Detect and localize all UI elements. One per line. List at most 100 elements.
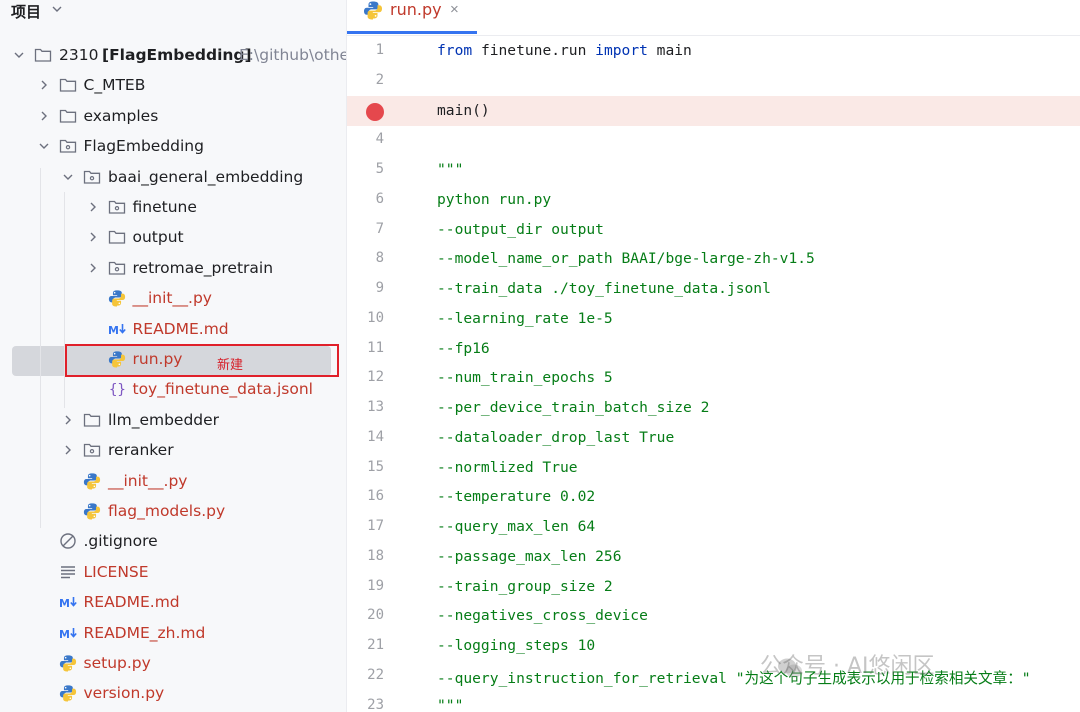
- code-line[interactable]: 1 from finetune.run import main: [347, 36, 1080, 66]
- chevron-down-icon[interactable]: [37, 139, 51, 153]
- tree-item[interactable]: FlagEmbedding: [0, 131, 346, 161]
- code-line[interactable]: 6 python run.py: [347, 185, 1080, 215]
- code-line[interactable]: 14 --dataloader_drop_last True: [347, 423, 1080, 453]
- code-editor[interactable]: run.py × 1 from finetune.run import main 2…: [346, 0, 1080, 712]
- code-line[interactable]: 23 """: [347, 691, 1080, 712]
- folder-icon: [108, 228, 126, 246]
- tree-item[interactable]: M README.md: [0, 587, 346, 617]
- tree-item[interactable]: flag_models.py: [0, 496, 346, 526]
- code-line[interactable]: 20 --negatives_cross_device: [347, 601, 1080, 631]
- tree-item[interactable]: finetune: [0, 192, 346, 222]
- code-text: --logging_steps 10: [437, 637, 596, 654]
- tree-item-label: C_MTEB: [83, 76, 146, 95]
- chevron-right-icon[interactable]: [37, 78, 51, 92]
- python-file-icon: [59, 684, 77, 702]
- tree-item[interactable]: C_MTEB: [0, 70, 346, 100]
- chevron-down-icon[interactable]: [61, 170, 75, 184]
- code-line[interactable]: 11 --fp16: [347, 334, 1080, 364]
- tree-item[interactable]: __init__.py: [0, 466, 346, 496]
- code-line[interactable]: 2: [347, 66, 1080, 96]
- line-number[interactable]: 19: [347, 578, 384, 594]
- tree-item[interactable]: .gitignore: [0, 526, 346, 556]
- code-line[interactable]: 5 """: [347, 155, 1080, 185]
- tree-item-label: setup.py: [83, 654, 151, 672]
- line-number[interactable]: 22: [347, 667, 384, 683]
- code-line[interactable]: 19 --train_group_size 2: [347, 572, 1080, 602]
- line-number[interactable]: 20: [347, 607, 384, 623]
- code-text: --fp16: [437, 339, 490, 357]
- package-folder-icon: [83, 168, 101, 186]
- code-line[interactable]: 16 --temperature 0.02: [347, 482, 1080, 512]
- tree-item[interactable]: baai_general_embedding: [0, 162, 346, 192]
- line-number[interactable]: 10: [347, 310, 384, 326]
- chevron-down-icon[interactable]: [50, 2, 64, 21]
- code-line[interactable]: 10 --learning_rate 1e-5: [347, 304, 1080, 334]
- line-number[interactable]: 13: [347, 399, 384, 415]
- tree-item[interactable]: output: [0, 222, 346, 252]
- tree-item[interactable]: retromae_pretrain: [0, 253, 346, 283]
- code-line[interactable]: 17 --query_max_len 64: [347, 512, 1080, 542]
- tab-run-py[interactable]: run.py ×: [347, 0, 477, 36]
- line-number[interactable]: 14: [347, 429, 384, 445]
- line-number[interactable]: 8: [347, 250, 384, 266]
- python-file-icon: [83, 502, 101, 520]
- line-number[interactable]: 17: [347, 518, 384, 534]
- chevron-right-icon[interactable]: [61, 413, 75, 427]
- tree-item[interactable]: M README.md: [0, 314, 346, 344]
- svg-text:M: M: [59, 628, 70, 641]
- chevron-right-icon[interactable]: [37, 109, 51, 123]
- code-text: --temperature 0.02: [437, 488, 596, 506]
- code-line[interactable]: 15 --normlized True: [347, 453, 1080, 483]
- tree-item-label: reranker: [108, 441, 174, 460]
- annotation-highlight-box: [65, 344, 339, 377]
- line-number[interactable]: 15: [347, 459, 384, 475]
- line-number[interactable]: 23: [347, 697, 384, 712]
- tree-item[interactable]: version.py: [0, 678, 346, 708]
- project-path-label: E:\github\othe: [239, 46, 346, 64]
- project-panel-title[interactable]: 项目: [11, 1, 41, 22]
- tree-item[interactable]: setup.py: [0, 648, 346, 678]
- line-number[interactable]: 2: [347, 72, 384, 88]
- tree-item[interactable]: M README_zh.md: [0, 618, 346, 648]
- code-line[interactable]: 8 --model_name_or_path BAAI/bge-large-zh-…: [347, 244, 1080, 274]
- line-number[interactable]: 4: [347, 131, 384, 147]
- code-line[interactable]: 4: [347, 125, 1080, 155]
- line-number[interactable]: 12: [347, 369, 384, 385]
- line-number[interactable]: 11: [347, 340, 384, 356]
- tab-close-icon[interactable]: ×: [450, 1, 459, 18]
- code-line[interactable]: 22 --query_instruction_for_retrieval "为这个…: [347, 661, 1080, 691]
- line-number[interactable]: 18: [347, 548, 384, 564]
- watermark-text: 公众号 · AI悠闲区: [760, 654, 935, 679]
- code-line[interactable]: 18 --passage_max_len 256: [347, 542, 1080, 572]
- line-number[interactable]: 7: [347, 221, 384, 237]
- chevron-right-icon[interactable]: [86, 261, 100, 275]
- tree-item[interactable]: reranker: [0, 435, 346, 465]
- tree-item[interactable]: 2310 [FlagEmbedding] E:\github\othe: [0, 40, 346, 70]
- code-line[interactable]: main(): [347, 95, 1080, 126]
- chevron-right-icon[interactable]: [61, 443, 75, 457]
- line-number[interactable]: 6: [347, 191, 384, 207]
- code-line[interactable]: 13 --per_device_train_batch_size 2: [347, 393, 1080, 423]
- code-text: --learning_rate 1e-5: [437, 309, 613, 327]
- chevron-down-icon[interactable]: [12, 48, 26, 62]
- code-line[interactable]: 7 --output_dir output: [347, 215, 1080, 245]
- line-number[interactable]: 21: [347, 637, 384, 653]
- code-text: --dataloader_drop_last True: [437, 428, 675, 446]
- tree-item[interactable]: llm_embedder: [0, 405, 346, 435]
- tree-item[interactable]: examples: [0, 101, 346, 131]
- tree-item[interactable]: LICENSE: [0, 557, 346, 587]
- line-number[interactable]: 9: [347, 280, 384, 296]
- tree-item[interactable]: {} toy_finetune_data.jsonl: [0, 374, 346, 404]
- line-number[interactable]: 1: [347, 42, 384, 58]
- line-number[interactable]: 5: [347, 161, 384, 177]
- tree-item[interactable]: __init__.py: [0, 283, 346, 313]
- code-line[interactable]: 9 --train_data ./toy_finetune_data.jsonl: [347, 274, 1080, 304]
- line-number[interactable]: 16: [347, 488, 384, 504]
- code-line[interactable]: 21 --logging_steps 10: [347, 631, 1080, 661]
- chevron-right-icon[interactable]: [86, 230, 100, 244]
- code-line[interactable]: 12 --num_train_epochs 5: [347, 363, 1080, 393]
- chevron-right-icon[interactable]: [86, 200, 100, 214]
- code-text: --negatives_cross_device: [437, 607, 648, 625]
- breakpoint-icon[interactable]: [366, 102, 384, 121]
- code-text: --query_max_len 64: [437, 518, 596, 535]
